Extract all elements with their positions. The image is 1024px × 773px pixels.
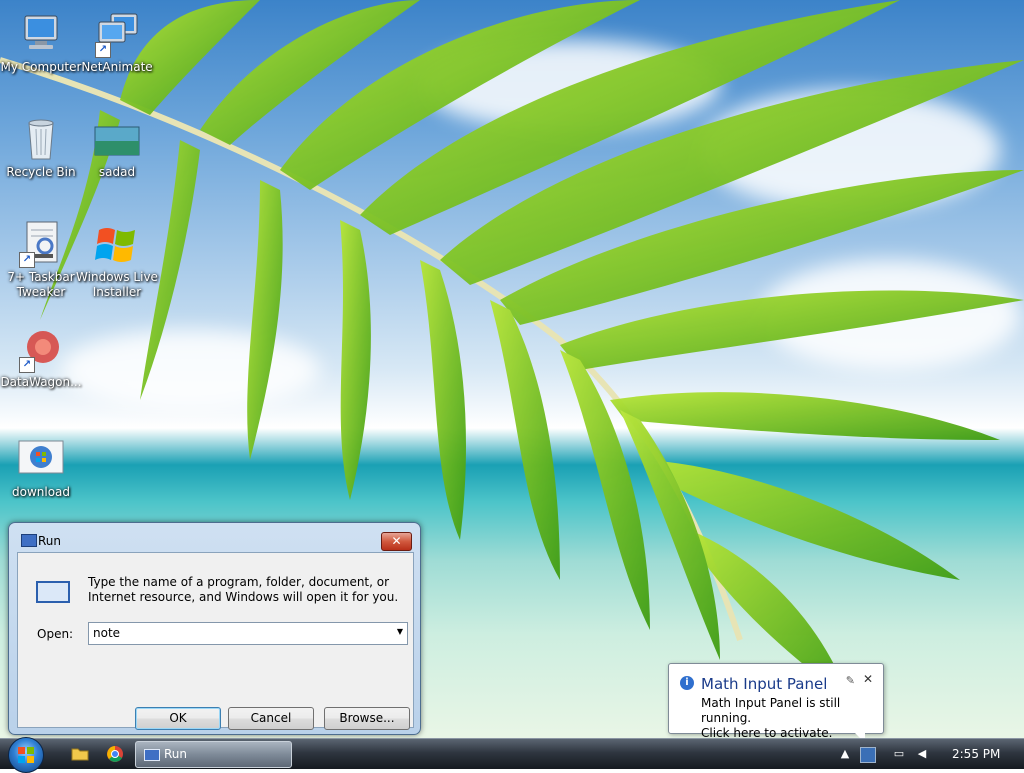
chevron-down-icon[interactable]: ▼ (397, 627, 403, 636)
desktop-icon-windows-live-installer[interactable]: Windows Live Installer (76, 220, 158, 300)
image-file-icon (93, 115, 141, 163)
notification-title: Math Input Panel (701, 675, 828, 693)
recycle-bin-icon (17, 115, 65, 163)
run-program-icon (36, 581, 70, 603)
show-hidden-icons-icon[interactable]: ▲ (838, 747, 852, 761)
run-dialog-description: Type the name of a program, folder, docu… (88, 575, 399, 604)
desktop-icon-label: 7+ Taskbar (7, 270, 75, 284)
volume-icon[interactable]: ◀ (915, 747, 929, 761)
close-icon[interactable]: ✕ (863, 672, 873, 686)
run-dialog-title: Run (38, 534, 62, 548)
datawagon-app-icon: ↗ (17, 325, 65, 373)
cancel-button[interactable]: Cancel (228, 707, 314, 730)
computer-icon (17, 10, 65, 58)
open-input[interactable] (89, 623, 387, 642)
taskbar-button-run[interactable]: Run (135, 741, 292, 768)
close-icon[interactable]: ✕ (381, 532, 412, 551)
taskbar-clock[interactable]: 2:55 PM (952, 747, 1000, 761)
open-label: Open: (37, 627, 74, 641)
run-dialog: Run ✕ Type the name of a program, folder… (8, 522, 421, 735)
desktop-icon-label: Recycle Bin (6, 165, 76, 179)
network-icon[interactable]: ▭ (892, 747, 906, 761)
taskbar: Run ▲ ▭ ◀ 2:55 PM (0, 737, 1024, 773)
desktop-icon-label: Windows Live (76, 270, 158, 284)
desktop-icon-label: Tweaker (16, 285, 66, 299)
desktop-icon-label: DataWagon... (0, 375, 82, 389)
folder-icon[interactable] (70, 744, 90, 764)
desktop-icon-sadad[interactable]: sadad (76, 115, 158, 180)
notification-text-line: Math Input Panel is still running. (701, 696, 841, 725)
shortcut-arrow-icon: ↗ (19, 252, 35, 268)
ok-button[interactable]: OK (135, 707, 221, 730)
shortcut-arrow-icon: ↗ (19, 357, 35, 373)
desktop-icon-datawagon[interactable]: ↗ DataWagon... (0, 325, 82, 390)
run-dialog-body: Type the name of a program, folder, docu… (17, 552, 414, 730)
desktop-icon-label: NetAnimate (81, 60, 153, 74)
shortcut-arrow-icon: ↗ (95, 42, 111, 58)
run-app-icon (144, 749, 160, 761)
notification-balloon[interactable]: i Math Input Panel ✎ ✕ Math Input Panel … (668, 663, 884, 743)
windows-logo-icon (93, 220, 141, 268)
desktop-icon-label: Installer (92, 285, 142, 299)
desktop-icon-recycle-bin[interactable]: Recycle Bin (0, 115, 82, 180)
windows-orb-file-icon (17, 435, 65, 483)
taskbar-button-label: Run (164, 747, 188, 761)
windows-logo-icon (18, 747, 34, 763)
chrome-icon[interactable] (105, 744, 125, 764)
info-icon: i (680, 676, 694, 690)
desktop-icon-download[interactable]: download (0, 435, 82, 500)
desktop-icon-label: download (11, 485, 71, 499)
run-app-icon (21, 534, 37, 547)
run-dialog-titlebar[interactable]: Run ✕ (9, 523, 420, 551)
open-combobox[interactable]: ▼ (88, 622, 408, 645)
desktop-icon-my-computer[interactable]: My Computer (0, 10, 82, 75)
network-computer-icon: ↗ (93, 10, 141, 58)
tweaker-app-icon: ↗ (17, 220, 65, 268)
desktop-icon-label: My Computer (0, 60, 82, 74)
desktop-icon-label: sadad (98, 165, 136, 179)
browse-button[interactable]: Browse... (324, 707, 410, 730)
desktop-icon-7-taskbar-tweaker[interactable]: ↗ 7+ Taskbar Tweaker (0, 220, 82, 300)
desktop-icon-netanimate[interactable]: ↗ NetAnimate (76, 10, 158, 75)
math-input-tray-icon[interactable] (860, 747, 876, 763)
pin-icon[interactable]: ✎ (846, 674, 855, 687)
